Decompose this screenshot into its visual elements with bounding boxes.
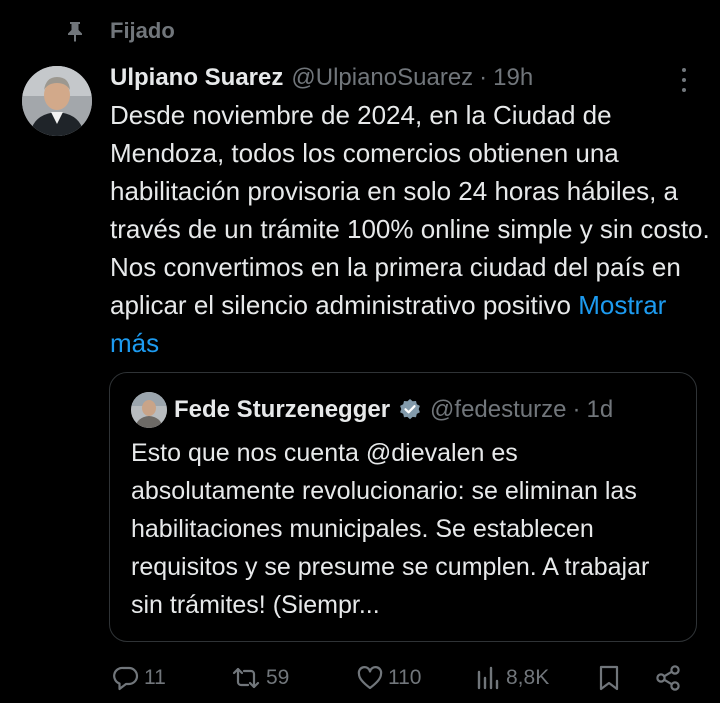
quote-text: Esto que nos cuenta @dievalen es absolut…	[131, 439, 650, 619]
separator-dot: ·	[479, 64, 488, 91]
views-count: 8,8K	[506, 666, 550, 689]
views-button[interactable]: 8,8K	[474, 656, 549, 700]
reply-count: 11	[144, 666, 166, 689]
share-button[interactable]	[654, 656, 682, 700]
quote-time[interactable]: 1d	[586, 396, 613, 424]
action-bar: 11 59 110 8,8K	[0, 656, 720, 700]
pin-icon	[64, 20, 86, 42]
heart-icon	[356, 664, 384, 692]
views-chart-icon	[474, 664, 502, 692]
reply-button[interactable]: 11	[112, 656, 166, 700]
quote-header: Fede Sturzenegger @fedesturze · 1d	[174, 391, 613, 429]
like-button[interactable]: 110	[356, 656, 421, 700]
pinned-indicator	[64, 16, 86, 46]
bookmark-button[interactable]	[596, 656, 622, 700]
repost-icon	[230, 664, 262, 692]
bookmark-icon	[596, 664, 622, 692]
pinned-label: Fijado	[110, 18, 175, 43]
verified-badge-icon	[398, 398, 422, 422]
like-count: 110	[388, 666, 422, 689]
author-name[interactable]: Ulpiano Suarez	[110, 60, 283, 96]
quote-author-avatar[interactable]	[131, 392, 167, 428]
author-handle[interactable]: @UlpianoSuarez	[291, 60, 473, 96]
post-time[interactable]: 19h	[493, 60, 533, 96]
quoted-post[interactable]: Fede Sturzenegger @fedesturze · 1d Esto …	[109, 372, 697, 642]
quote-separator-dot: ·	[572, 396, 581, 423]
post-header: Ulpiano Suarez @UlpianoSuarez · 19h	[110, 60, 680, 96]
reply-icon	[112, 664, 140, 692]
author-avatar[interactable]	[22, 66, 92, 136]
quote-author-handle[interactable]: @fedesturze	[430, 396, 566, 424]
repost-count: 59	[266, 666, 290, 689]
post-text: Desde noviembre de 2024, en la Ciudad de…	[110, 96, 710, 362]
more-options-icon[interactable]	[672, 66, 696, 94]
repost-button[interactable]: 59	[230, 656, 289, 700]
post-body: Desde noviembre de 2024, en la Ciudad de…	[110, 100, 710, 320]
share-icon	[654, 664, 682, 692]
quote-author-name[interactable]: Fede Sturzenegger	[174, 396, 390, 424]
